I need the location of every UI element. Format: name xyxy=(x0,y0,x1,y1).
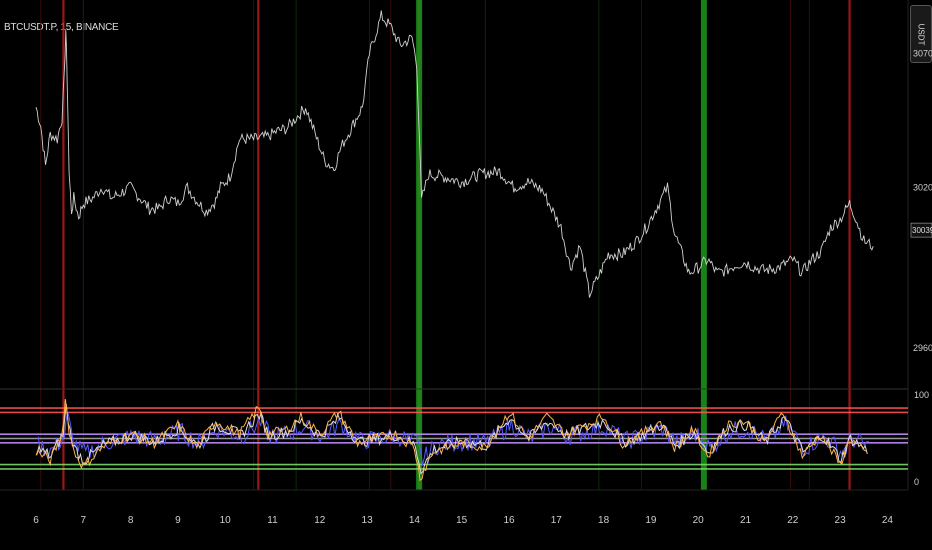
date-axis-label: 20 xyxy=(693,515,705,526)
date-axis-label: 19 xyxy=(645,515,657,526)
date-axis-label: 24 xyxy=(882,515,894,526)
date-axis-label: 15 xyxy=(456,515,468,526)
date-axis-label: 11 xyxy=(267,515,278,526)
oscillator-axis-label: 100 xyxy=(914,390,929,400)
date-axis-label: 14 xyxy=(409,515,421,526)
date-axis-label: 13 xyxy=(362,515,374,526)
price-axis-label: 30700.0 xyxy=(913,49,932,59)
oscillator-axis-label: 0 xyxy=(914,477,919,487)
date-axis-label: 12 xyxy=(314,515,326,526)
date-axis-label: 10 xyxy=(220,515,232,526)
date-axis-label: 16 xyxy=(503,515,515,526)
date-axis-label: 17 xyxy=(551,515,563,526)
date-axis-label: 23 xyxy=(835,515,847,526)
date-axis-label: 18 xyxy=(598,515,610,526)
price-axis-label: 30200.0 xyxy=(913,182,932,192)
date-axis-label: 8 xyxy=(128,515,134,526)
price-chart[interactable]: 30700.0 30200.0 29600.0 30039.9 100 0 6 7 8 9 10 11… xyxy=(0,0,932,550)
price-series-line xyxy=(35,10,874,298)
current-price-label: 30039.9 xyxy=(912,226,932,235)
date-axis-label: 9 xyxy=(175,515,181,526)
date-axis-label: 7 xyxy=(81,515,87,526)
date-axis-label: 22 xyxy=(787,515,799,526)
date-axis-label: 6 xyxy=(33,515,39,526)
price-axis-label: 29600.0 xyxy=(913,343,932,353)
date-axis-label: 21 xyxy=(740,515,752,526)
